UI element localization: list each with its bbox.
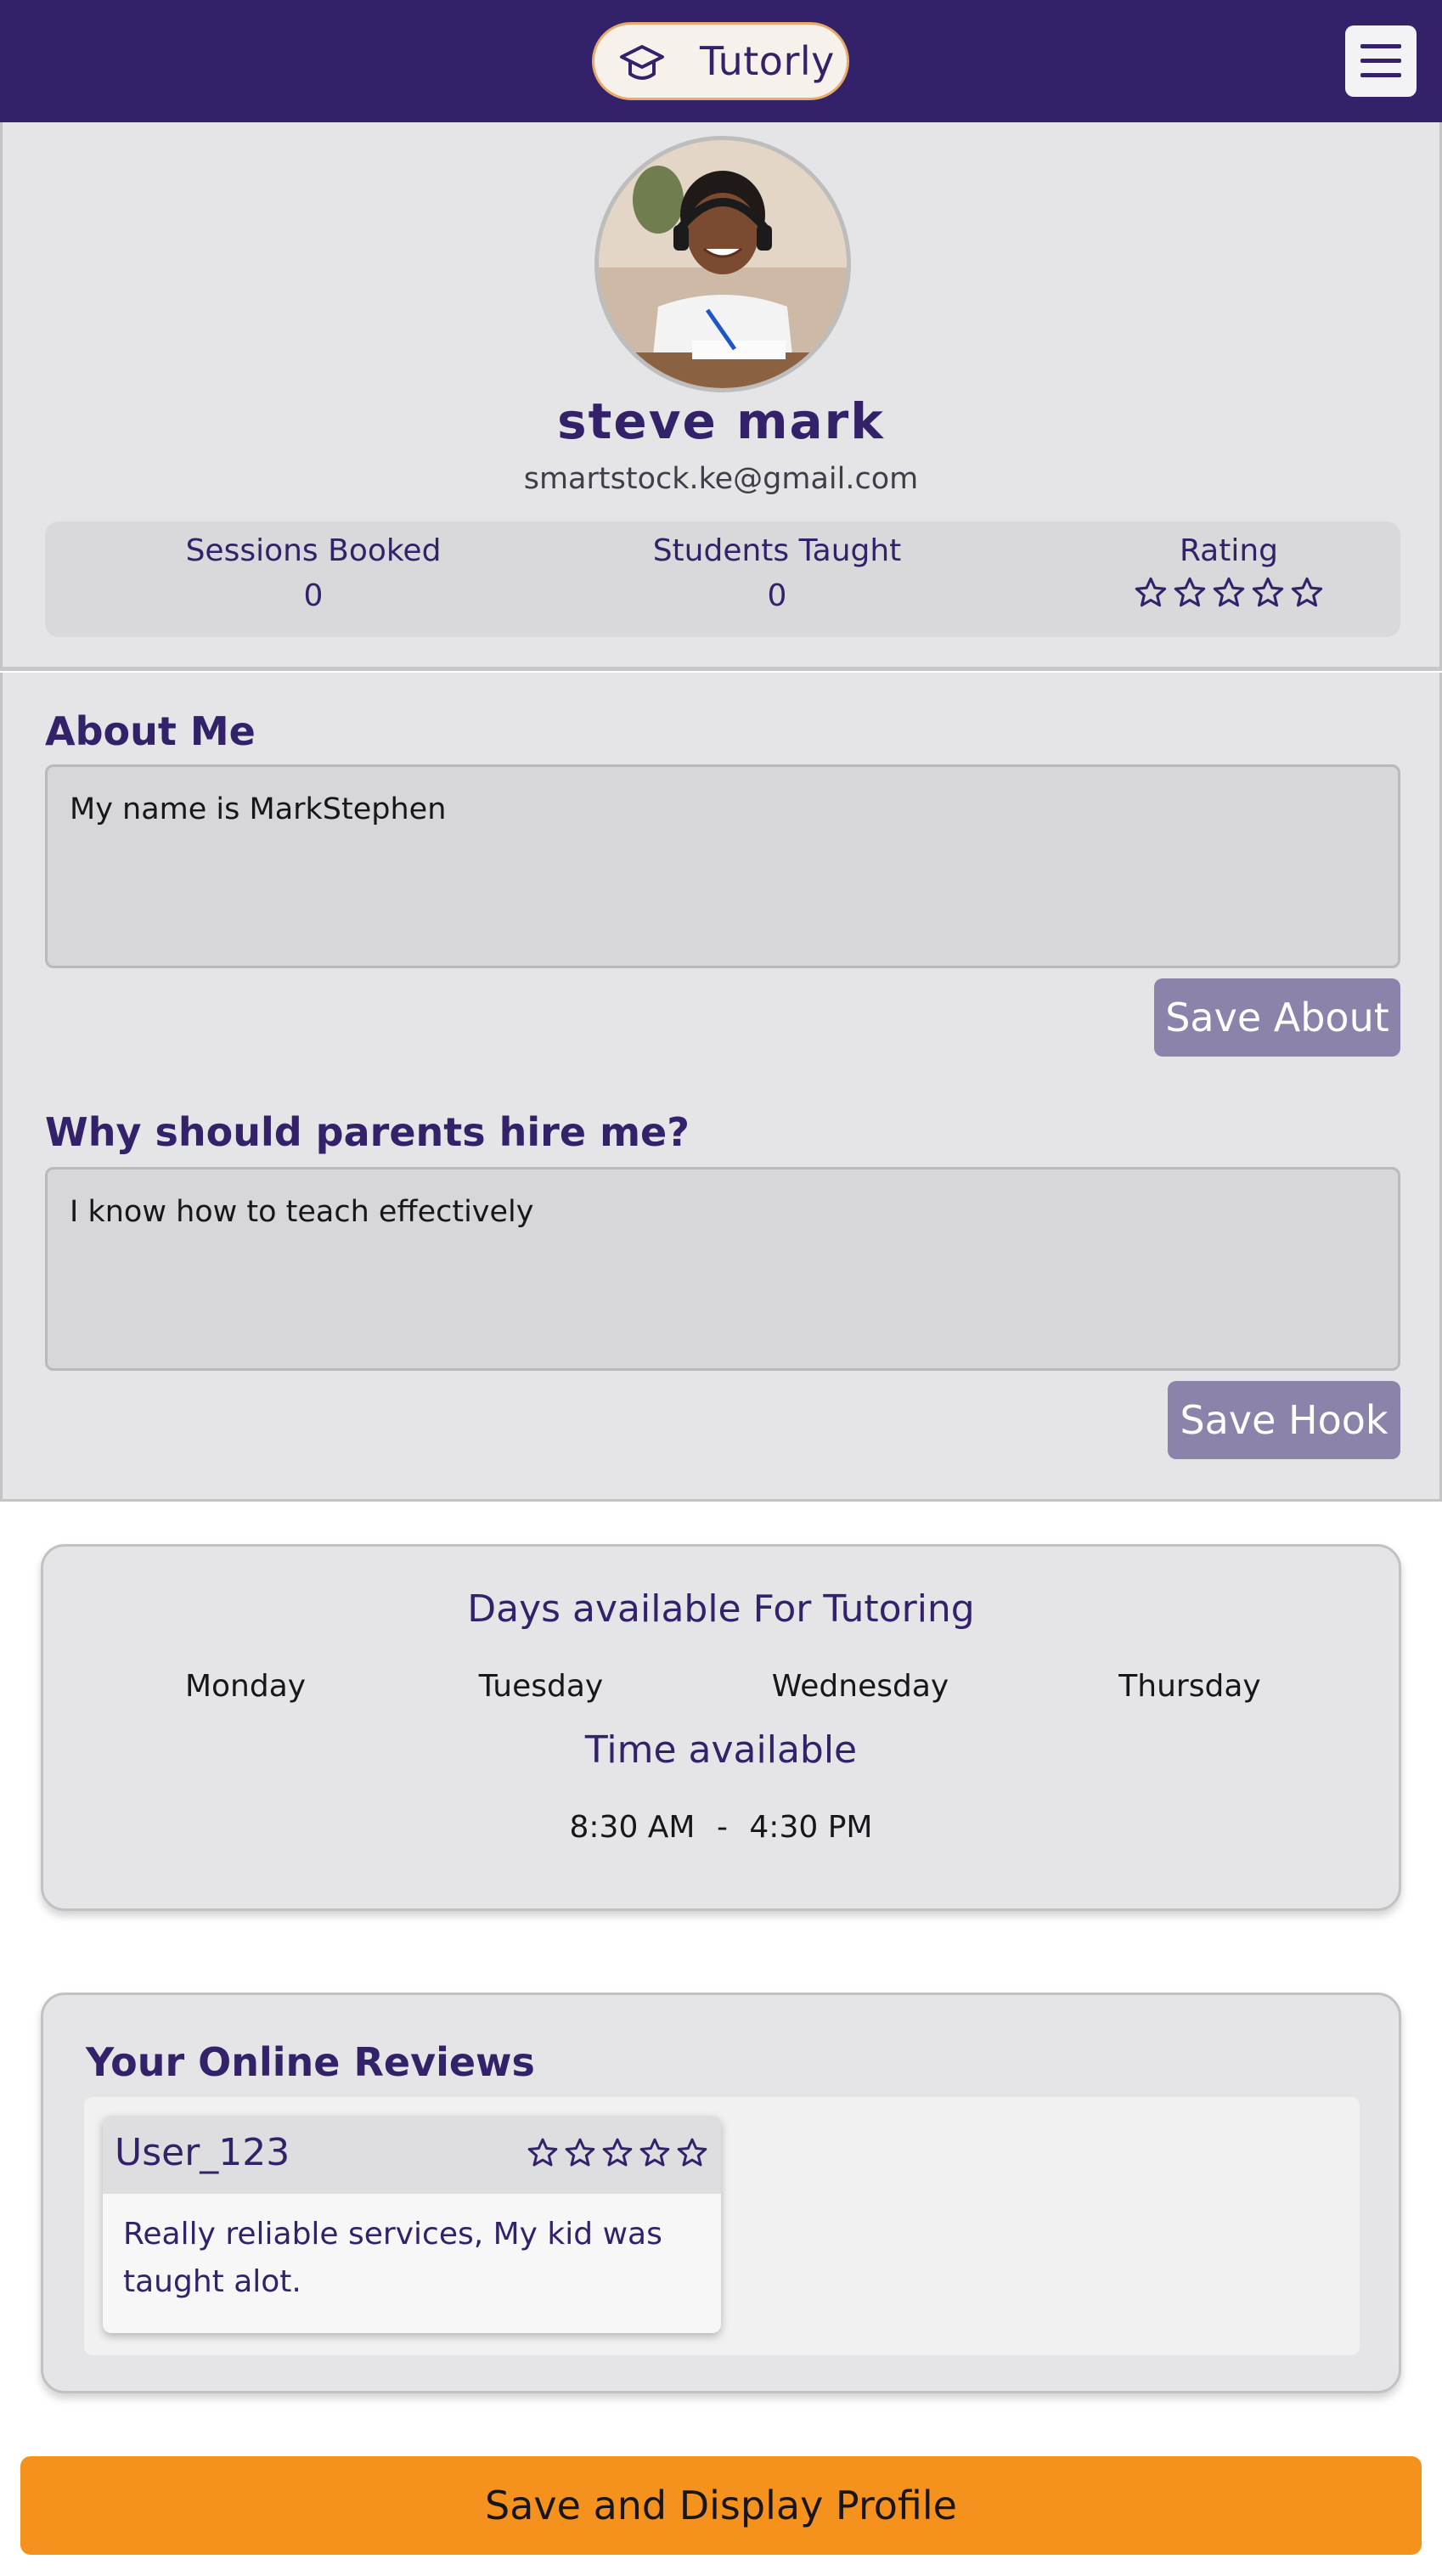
availability-card: Days available For Tutoring Monday Tuesd… [41, 1544, 1401, 1911]
graduation-cap-icon [618, 40, 666, 87]
stats-bar: Sessions Booked 0 Students Taught 0 Rati… [45, 521, 1400, 637]
hook-textarea[interactable]: I know how to teach effectively [45, 1167, 1400, 1371]
profile-summary: steve mark smartstock.ke@gmail.com Sessi… [0, 122, 1442, 671]
review-card: User_123 Really reliable services, My ki… [103, 2116, 721, 2333]
review-rating-stars [526, 2136, 709, 2170]
review-user: User_123 [115, 2131, 290, 2174]
stat-value: 0 [303, 578, 324, 613]
review-header: User_123 [103, 2116, 721, 2194]
star-icon [1291, 577, 1323, 607]
profile-name: steve mark [557, 392, 885, 450]
hook-title: Why should parents hire me? [45, 1109, 690, 1155]
time-title: Time available [584, 1728, 858, 1772]
stat-label: Sessions Booked [185, 533, 442, 568]
save-hook-button[interactable]: Save Hook [1168, 1381, 1400, 1459]
time-range: 8:30 AM - 4:30 PM [43, 1810, 1399, 1845]
star-icon [639, 2138, 670, 2167]
star-icon [1213, 577, 1245, 607]
save-about-button[interactable]: Save About [1154, 978, 1400, 1057]
day-item: Monday [184, 1669, 307, 1704]
day-item: Thursday [1118, 1669, 1261, 1704]
stat-rating: Rating [1051, 533, 1407, 611]
review-text: Really reliable services, My kid was tau… [123, 2217, 662, 2299]
about-section: About Me My name is MarkStephen Save Abo… [0, 673, 1442, 1502]
hamburger-menu-icon[interactable] [1345, 25, 1417, 97]
days-title: Days available For Tutoring [467, 1587, 975, 1631]
star-icon [1135, 577, 1167, 607]
save-and-display-profile-button[interactable]: Save and Display Profile [20, 2456, 1422, 2555]
about-title: About Me [45, 708, 256, 754]
end-time: 4:30 PM [749, 1810, 873, 1845]
day-item: Tuesday [478, 1669, 604, 1704]
stat-value: 0 [767, 578, 787, 613]
reviews-card: Your Online Reviews User_123 Really reli… [41, 1993, 1401, 2393]
reviews-title: Your Online Reviews [86, 2039, 535, 2085]
about-textarea[interactable]: My name is MarkStephen [45, 764, 1400, 968]
star-icon [565, 2138, 595, 2167]
star-icon [1174, 577, 1206, 607]
top-navbar: Tutorly [0, 0, 1442, 122]
brand-logo[interactable]: Tutorly [592, 22, 849, 100]
reviews-list: User_123 Really reliable services, My ki… [84, 2097, 1360, 2355]
stat-label: Rating [1179, 533, 1279, 568]
rating-stars [1051, 575, 1407, 611]
avatar [594, 136, 851, 392]
star-icon [602, 2138, 633, 2167]
profile-email: smartstock.ke@gmail.com [523, 462, 919, 496]
star-icon [527, 2138, 558, 2167]
start-time: 8:30 AM [569, 1810, 696, 1845]
star-icon [1252, 577, 1284, 607]
brand-name: Tutorly [700, 38, 835, 84]
stat-students-taught: Students Taught 0 [599, 533, 955, 613]
stat-sessions-booked: Sessions Booked 0 [135, 533, 492, 613]
star-icon [677, 2138, 707, 2167]
day-item: Wednesday [771, 1669, 949, 1704]
stat-label: Students Taught [652, 533, 902, 568]
time-separator: - [716, 1810, 728, 1845]
